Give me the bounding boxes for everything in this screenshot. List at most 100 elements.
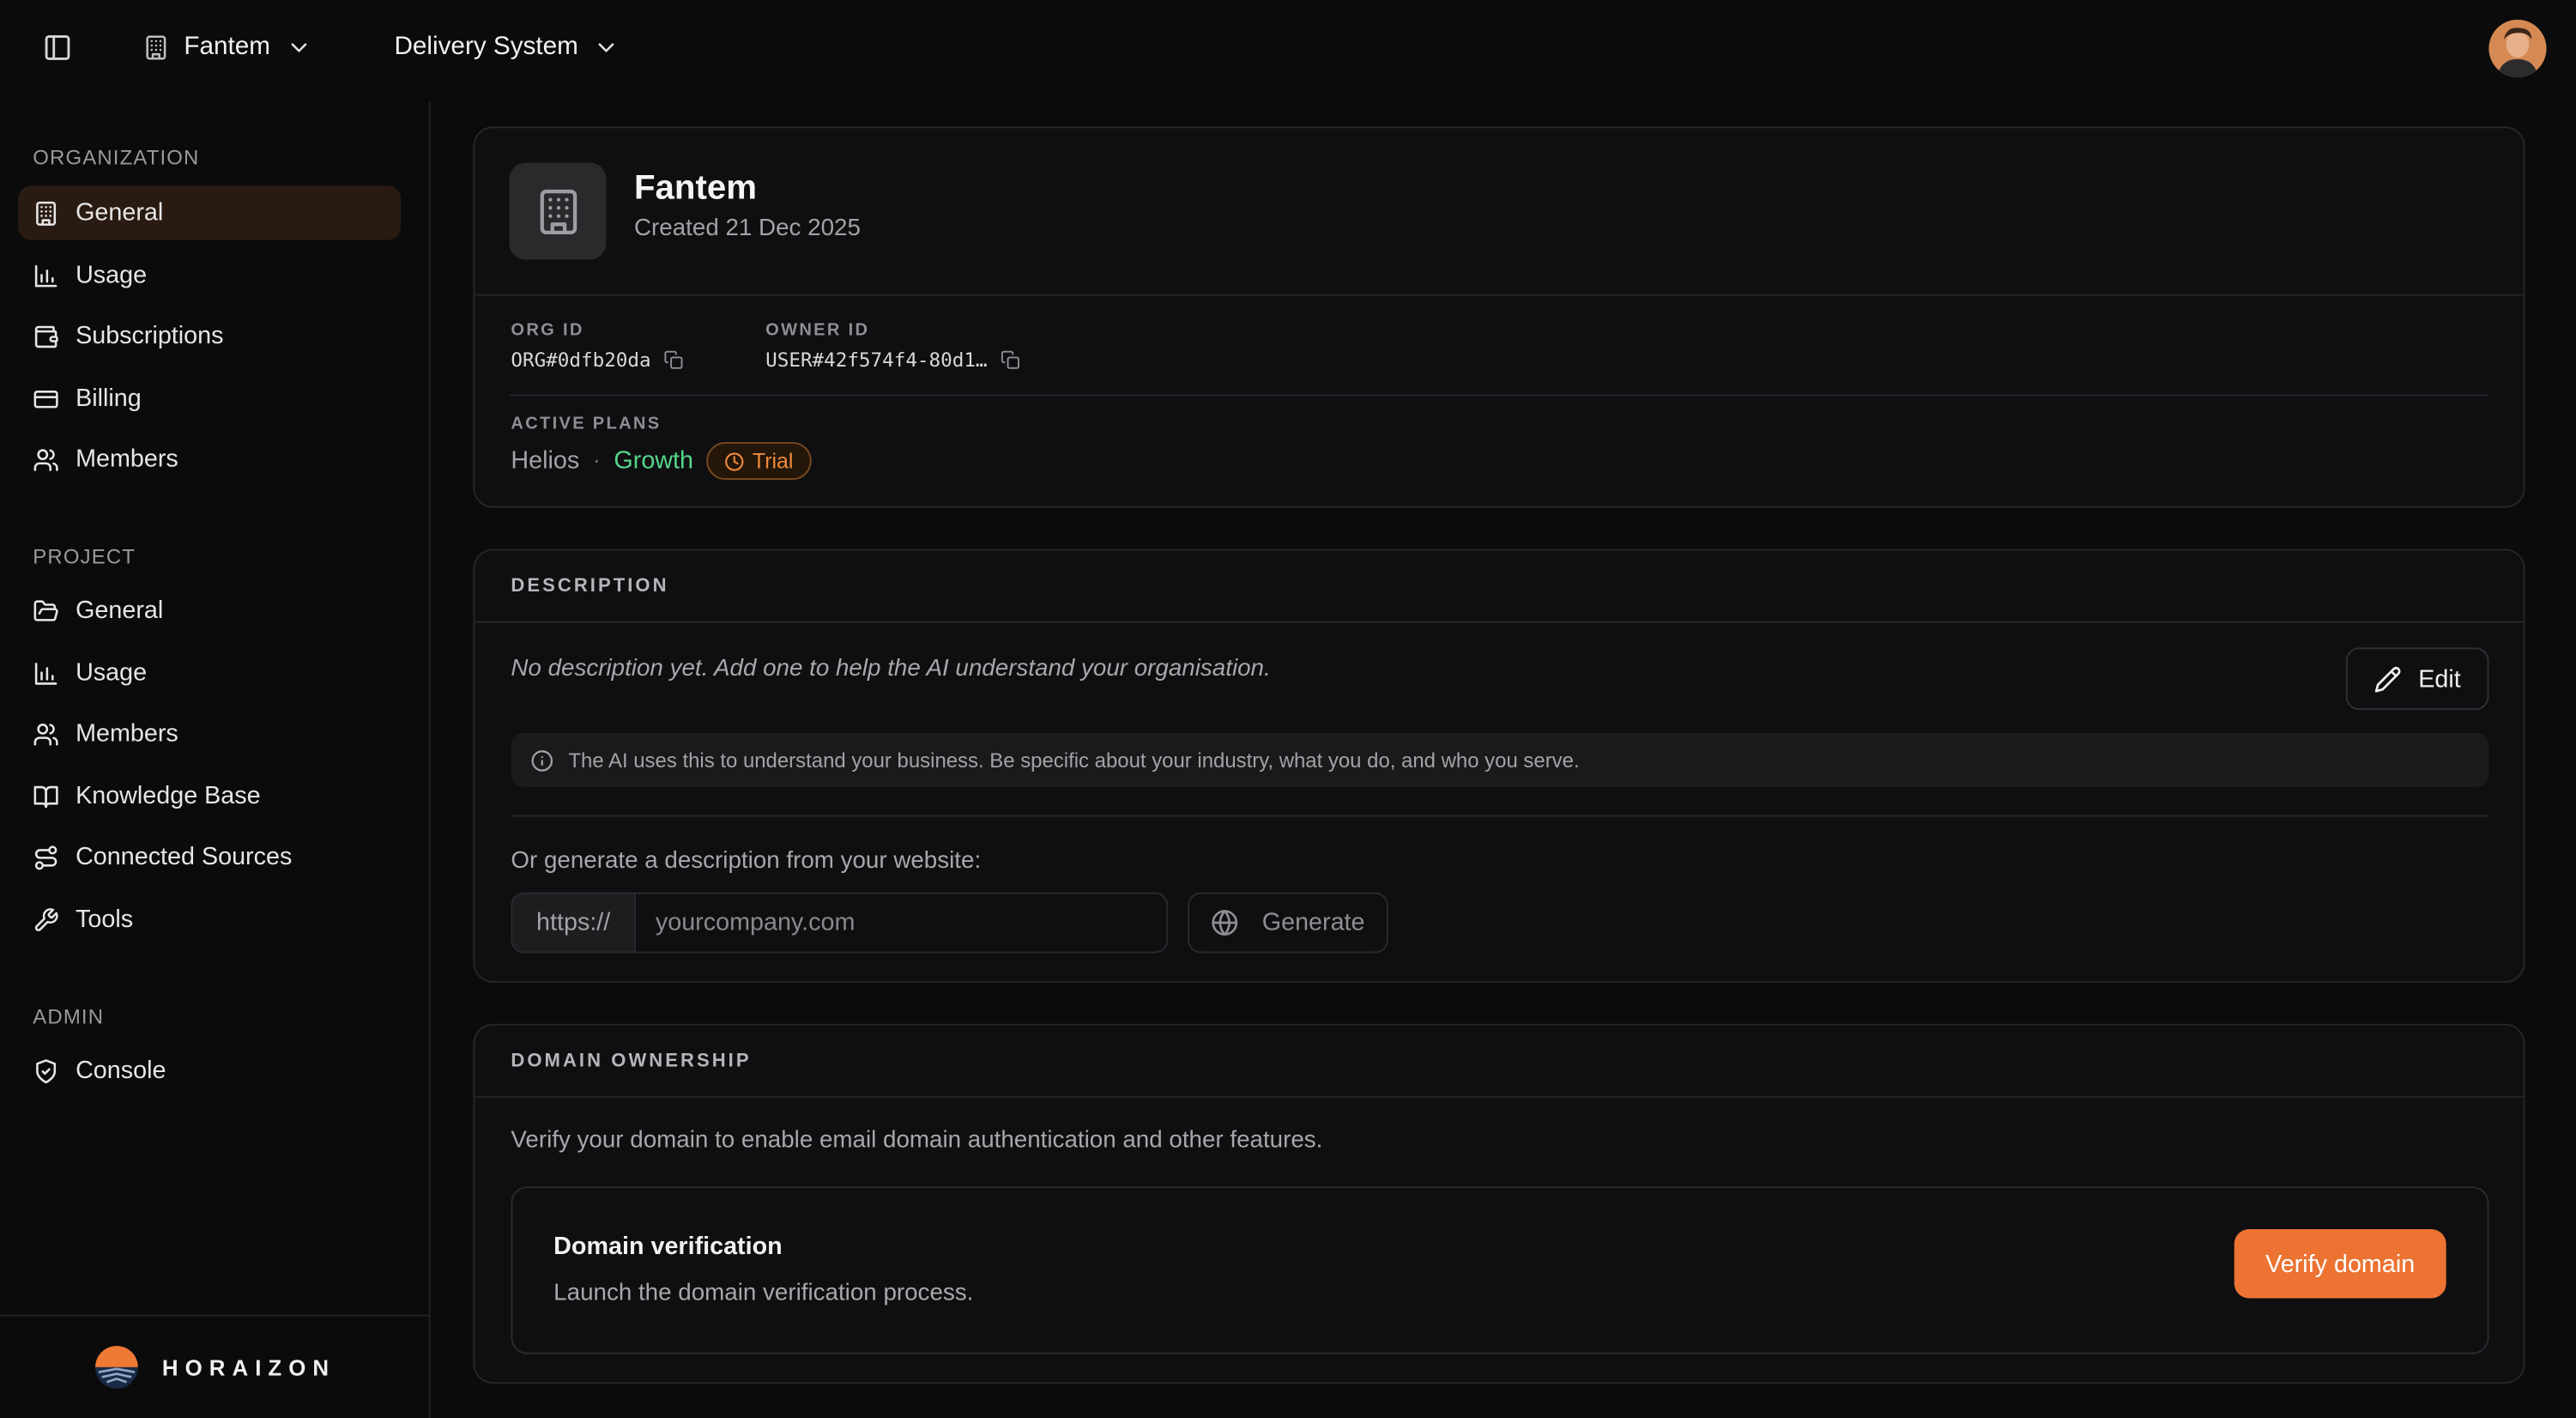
domain-header: DOMAIN OWNERSHIP	[475, 1026, 2524, 1098]
sidebar-item-label: Usage	[76, 658, 148, 688]
verify-domain-button[interactable]: Verify domain	[2234, 1229, 2446, 1299]
org-overview-card: Fantem Created 21 Dec 2025 ORG ID ORG#0d…	[473, 126, 2525, 508]
sidebar-item-connected-sources[interactable]: Connected Sources	[18, 830, 401, 884]
domain-description: Verify your domain to enable email domai…	[511, 1127, 1323, 1154]
chevron-down-icon	[290, 43, 306, 52]
org-id-block: ORG ID ORG#0dfb20da	[511, 320, 683, 372]
org-id-row: ORG#0dfb20da	[511, 348, 683, 372]
org-id-value: ORG#0dfb20da	[511, 348, 651, 372]
section-label-organization: ORGANIZATION	[33, 146, 200, 170]
sidebar-item-label: Tools	[76, 905, 134, 934]
plan-tier: Growth	[614, 446, 694, 476]
sidebar-item-label: Billing	[76, 384, 142, 413]
chevron-down-icon	[598, 43, 614, 52]
org-name: Fantem	[633, 169, 757, 208]
org-header: Fantem Created 21 Dec 2025	[475, 128, 2524, 296]
pencil-icon	[2374, 665, 2401, 692]
sidebar-item-org-subscriptions[interactable]: Subscriptions	[18, 309, 401, 363]
credit-card-icon	[33, 390, 58, 408]
sidebar-item-label: Console	[76, 1057, 166, 1085]
active-plans-label: ACTIVE PLANS	[511, 414, 662, 434]
copy-icon[interactable]	[1001, 350, 1020, 370]
owner-id-block: OWNER ID USER#42f574f4-80d1…	[765, 320, 1020, 372]
domain-verification-title: Domain verification	[553, 1232, 783, 1261]
wrench-icon	[34, 907, 58, 930]
building-icon	[36, 200, 57, 225]
ai-hint-text: The AI uses this to understand your busi…	[568, 748, 1580, 772]
divider	[511, 815, 2489, 817]
top-bar: Fantem Delivery System	[0, 0, 2576, 102]
website-url-input[interactable]	[635, 894, 1167, 952]
sidebar-item-label: General	[76, 596, 164, 625]
org-id-label: ORG ID	[511, 320, 584, 341]
sidebar-item-console[interactable]: Console	[18, 1044, 401, 1098]
ai-hint-banner: The AI uses this to understand your busi…	[511, 732, 2489, 788]
domain-verification-box: Domain verification Launch the domain ve…	[511, 1186, 2489, 1354]
sidebar-toggle-icon[interactable]	[39, 29, 76, 65]
divider	[509, 394, 2489, 397]
domain-ownership-card: DOMAIN OWNERSHIP Verify your domain to e…	[473, 1023, 2525, 1385]
edit-description-button[interactable]: Edit	[2345, 647, 2489, 711]
project-switcher[interactable]: Delivery System	[394, 27, 619, 70]
info-icon	[531, 749, 553, 771]
active-plans-row: Helios · Growth Trial	[511, 442, 812, 481]
owner-id-value: USER#42f574f4-80d1…	[765, 348, 988, 372]
bar-chart-icon	[34, 264, 57, 287]
brand-name: HORAIZON	[161, 1354, 336, 1380]
trial-badge: Trial	[706, 442, 812, 481]
route-icon	[34, 845, 57, 870]
sidebar-item-label: Usage	[76, 261, 148, 289]
sidebar-item-label: Knowledge Base	[76, 782, 261, 810]
folder-open-icon	[33, 599, 58, 621]
org-switcher[interactable]: Fantem	[143, 27, 311, 70]
clock-icon	[725, 451, 744, 470]
bar-chart-icon	[34, 662, 57, 684]
users-icon	[33, 723, 58, 745]
org-switcher-label: Fantem	[184, 33, 271, 61]
app-root: Fantem Delivery System ORGANIZATION Gene…	[0, 0, 2576, 1418]
org-logo	[509, 162, 607, 260]
shield-check-icon	[36, 1058, 57, 1083]
sidebar-item-org-billing[interactable]: Billing	[18, 372, 401, 426]
sidebar-item-project-general[interactable]: General	[18, 584, 401, 638]
sidebar-footer: HORAIZON	[0, 1314, 429, 1418]
globe-icon	[1212, 910, 1238, 936]
wallet-icon	[34, 324, 58, 348]
sidebar-item-knowledge-base[interactable]: Knowledge Base	[18, 769, 401, 823]
copy-icon[interactable]	[664, 350, 684, 370]
org-created-date: Created 21 Dec 2025	[633, 215, 861, 242]
book-open-icon	[33, 785, 58, 808]
user-avatar[interactable]	[2488, 19, 2547, 77]
sidebar-item-label: General	[76, 198, 164, 227]
plan-name: Helios	[511, 446, 580, 476]
sidebar-item-org-members[interactable]: Members	[18, 433, 401, 487]
horaizon-logo-icon	[94, 1345, 138, 1389]
sidebar-item-org-general[interactable]: General	[18, 185, 402, 240]
description-card: DESCRIPTION No description yet. Add one …	[473, 548, 2525, 983]
sidebar: ORGANIZATION General Usage Subscriptions…	[0, 101, 431, 1418]
website-url-group: https://	[511, 892, 1169, 954]
section-label-admin: ADMIN	[33, 1005, 105, 1029]
description-header: DESCRIPTION	[475, 550, 2524, 623]
owner-id-row: USER#42f574f4-80d1…	[765, 348, 1020, 372]
building-icon	[539, 188, 577, 234]
building-icon	[146, 35, 166, 60]
domain-verification-subtitle: Launch the domain verification process.	[553, 1280, 974, 1307]
generate-button-label: Generate	[1261, 908, 1365, 937]
sidebar-item-label: Subscriptions	[76, 322, 224, 350]
sidebar-item-project-usage[interactable]: Usage	[18, 645, 401, 700]
sidebar-item-label: Members	[76, 719, 178, 748]
generate-label: Or generate a description from your webs…	[511, 847, 982, 875]
sidebar-item-label: Members	[76, 445, 178, 474]
plan-separator: ·	[592, 446, 602, 476]
edit-button-label: Edit	[2418, 664, 2461, 693]
section-label-project: PROJECT	[33, 545, 136, 569]
sidebar-item-tools[interactable]: Tools	[18, 893, 401, 947]
sidebar-item-project-members[interactable]: Members	[18, 706, 401, 761]
sidebar-item-org-usage[interactable]: Usage	[18, 248, 401, 302]
trial-badge-label: Trial	[752, 448, 794, 474]
generate-button[interactable]: Generate	[1188, 892, 1388, 954]
description-empty-text: No description yet. Add one to help the …	[511, 655, 1271, 682]
url-prefix: https://	[512, 894, 636, 952]
owner-id-label: OWNER ID	[765, 320, 870, 341]
